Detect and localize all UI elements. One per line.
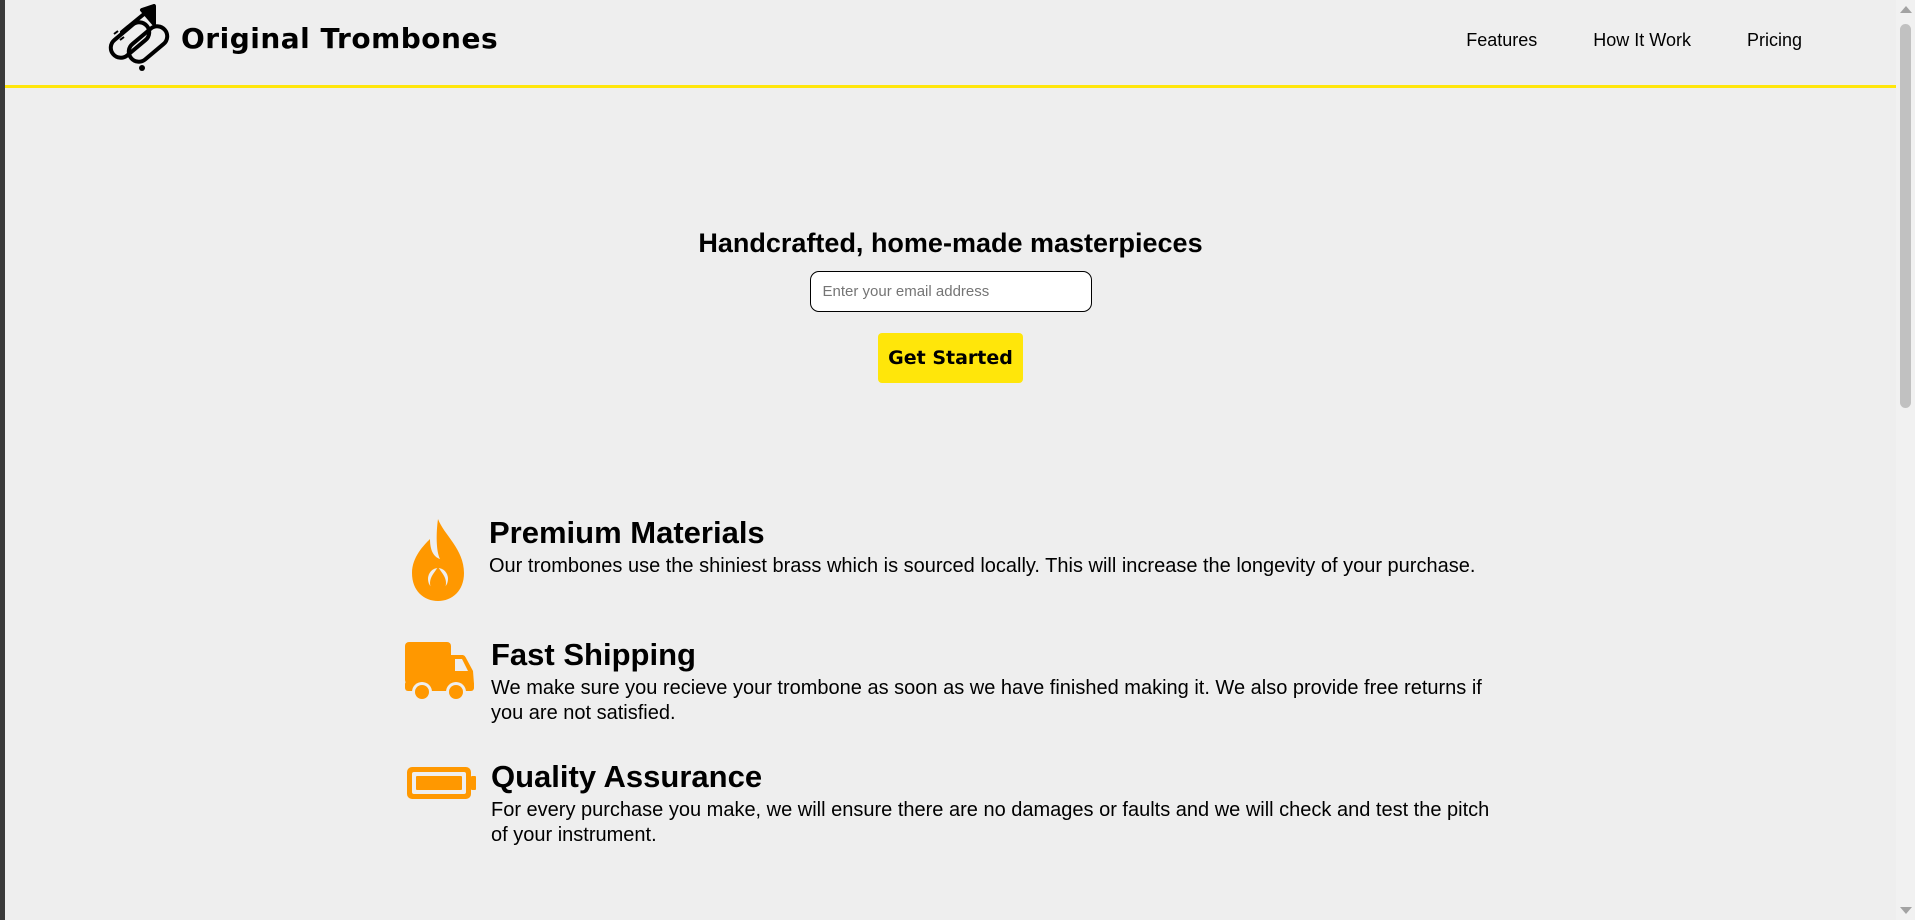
brand-logo[interactable]: Original Trombones bbox=[102, 4, 498, 72]
nav-link-pricing[interactable]: Pricing bbox=[1747, 30, 1802, 51]
scroll-thumb[interactable] bbox=[1900, 24, 1911, 408]
landing-page: Original Trombones Features How It Work … bbox=[5, 0, 1896, 920]
scroll-down-icon[interactable] bbox=[1900, 907, 1912, 914]
hero-section: Handcrafted, home-made masterpieces Get … bbox=[5, 228, 1896, 383]
flame-icon bbox=[412, 519, 464, 601]
hero-heading: Handcrafted, home-made masterpieces bbox=[698, 228, 1203, 258]
feature-title: Fast Shipping bbox=[491, 637, 696, 672]
site-header: Original Trombones Features How It Work … bbox=[5, 0, 1896, 88]
brand-name: Original Trombones bbox=[181, 21, 499, 55]
feature-premium-materials: Premium Materials Our trombones use the … bbox=[398, 515, 1518, 605]
main-nav: Features How It Work Pricing bbox=[1466, 30, 1802, 51]
feature-quality-assurance: Quality Assurance For every purchase you… bbox=[398, 759, 1518, 849]
get-started-button[interactable]: Get Started bbox=[878, 333, 1023, 383]
feature-title: Quality Assurance bbox=[491, 759, 763, 794]
nav-link-how-it-work[interactable]: How It Work bbox=[1593, 30, 1691, 51]
feature-title: Premium Materials bbox=[489, 515, 765, 550]
feature-fast-shipping: Fast Shipping We make sure you recieve y… bbox=[398, 637, 1518, 727]
feature-description: Our trombones use the shiniest brass whi… bbox=[489, 555, 1476, 577]
nav-link-features[interactable]: Features bbox=[1466, 30, 1537, 51]
vertical-scrollbar[interactable] bbox=[1896, 0, 1915, 920]
truck-icon bbox=[405, 642, 474, 702]
battery-icon bbox=[407, 767, 476, 799]
feature-description: For every purchase you make, we will ens… bbox=[491, 799, 1490, 846]
email-input[interactable] bbox=[809, 271, 1092, 312]
trombone-icon bbox=[108, 4, 170, 71]
scroll-up-icon[interactable] bbox=[1900, 6, 1912, 13]
feature-description: We make sure you recieve your trombone a… bbox=[491, 677, 1482, 724]
